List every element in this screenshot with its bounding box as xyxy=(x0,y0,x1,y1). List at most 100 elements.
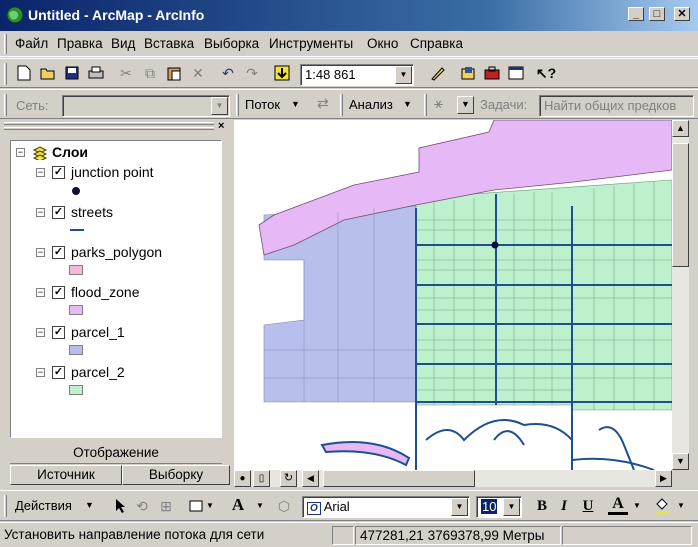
scroll-down-arrow-icon[interactable]: ▼ xyxy=(672,453,689,470)
horizontal-scroll-thumb[interactable] xyxy=(323,470,475,487)
layer-name-junction-point[interactable]: junction point xyxy=(71,164,154,180)
fill-color-icon[interactable] xyxy=(652,495,672,515)
collapse-icon[interactable]: − xyxy=(36,248,45,257)
toolbar-grip[interactable] xyxy=(4,94,7,116)
add-data-icon[interactable] xyxy=(272,63,292,83)
zoom-whole-page-icon[interactable]: ⊞ xyxy=(156,496,176,516)
copy-icon[interactable]: ⧉ xyxy=(140,63,160,83)
font-size-combo[interactable]: 10 ▼ xyxy=(476,496,522,518)
editor-toolbar-icon[interactable] xyxy=(428,63,448,83)
panel-grip[interactable] xyxy=(4,127,214,130)
rectangle-tool-icon[interactable] xyxy=(186,496,206,516)
layer-checkbox[interactable]: ✓ xyxy=(52,326,65,339)
tab-display[interactable]: Отображение xyxy=(10,444,222,464)
menu-edit[interactable]: Правка xyxy=(57,36,103,51)
menu-selection[interactable]: Выборка xyxy=(204,36,259,51)
tab-selection[interactable]: Выборку xyxy=(122,465,230,485)
menu-help[interactable]: Справка xyxy=(410,36,463,51)
chevron-down-icon[interactable]: ▼ xyxy=(457,96,474,114)
vertical-scrollbar[interactable]: ▲ ▼ xyxy=(672,120,689,470)
chevron-down-icon[interactable]: ▼ xyxy=(503,498,520,516)
collapse-icon[interactable]: − xyxy=(36,168,45,177)
layers-root-label[interactable]: Слои xyxy=(52,144,88,160)
analysis-menu[interactable]: Анализ xyxy=(349,97,393,112)
delete-icon[interactable]: ✕ xyxy=(188,63,208,83)
map-scale-combo[interactable]: 1:48 861 ▼ xyxy=(300,64,414,86)
underline-button[interactable]: U xyxy=(578,496,598,516)
chevron-down-icon[interactable]: ▼ xyxy=(451,498,468,516)
layer-checkbox[interactable]: ✓ xyxy=(52,166,65,179)
chevron-down-icon[interactable]: ▼ xyxy=(206,501,214,510)
whats-this-icon[interactable]: ↖? xyxy=(536,63,556,83)
scroll-right-arrow-icon[interactable]: ▶ xyxy=(655,470,672,487)
save-icon[interactable] xyxy=(62,63,82,83)
rotate-icon[interactable]: ⟲ xyxy=(132,496,152,516)
map-display[interactable] xyxy=(234,120,672,470)
menu-file[interactable]: Файл xyxy=(15,36,48,51)
toolbar-grip[interactable] xyxy=(236,94,239,116)
command-line-icon[interactable] xyxy=(506,63,526,83)
minimize-button[interactable]: _ xyxy=(628,7,644,21)
chevron-down-icon[interactable]: ▼ xyxy=(677,501,685,510)
vertical-scroll-thumb[interactable] xyxy=(672,143,689,267)
undo-icon[interactable]: ↶ xyxy=(218,63,238,83)
menu-view[interactable]: Вид xyxy=(111,36,135,51)
menu-tools[interactable]: Инструменты xyxy=(269,36,353,51)
collapse-icon[interactable]: − xyxy=(36,368,45,377)
print-icon[interactable] xyxy=(86,63,106,83)
select-arrow-icon[interactable] xyxy=(110,496,130,516)
layer-checkbox[interactable]: ✓ xyxy=(52,206,65,219)
toolbar-grip[interactable] xyxy=(4,495,7,517)
refresh-icon[interactable]: ↻ xyxy=(280,470,297,487)
flow-arrows-icon[interactable]: ⇄ xyxy=(317,95,329,112)
cut-icon[interactable]: ✂ xyxy=(116,63,136,83)
menu-insert[interactable]: Вставка xyxy=(144,36,194,51)
panel-grip[interactable] xyxy=(4,122,214,125)
flow-menu[interactable]: Поток xyxy=(245,97,280,112)
toolbar-grip[interactable] xyxy=(340,94,343,116)
paste-icon[interactable] xyxy=(164,63,184,83)
collapse-icon[interactable]: − xyxy=(16,148,25,157)
horizontal-scrollbar[interactable]: ● ▯ ↻ ◀ ▶ xyxy=(234,470,672,487)
font-color-button[interactable]: A xyxy=(608,495,628,515)
chevron-down-icon[interactable]: ▼ xyxy=(633,501,641,510)
close-icon[interactable]: × xyxy=(218,120,224,132)
open-folder-icon[interactable] xyxy=(38,63,58,83)
close-button[interactable]: ✕ xyxy=(674,7,690,21)
text-tool-icon[interactable]: A xyxy=(228,495,248,515)
collapse-icon[interactable]: − xyxy=(36,288,45,297)
toolbar-grip[interactable] xyxy=(424,94,427,116)
layer-name-flood-zone[interactable]: flood_zone xyxy=(71,284,140,300)
italic-button[interactable]: I xyxy=(554,496,574,516)
layout-view-icon[interactable]: ▯ xyxy=(253,470,270,487)
network-combo[interactable]: ▼ xyxy=(62,95,230,117)
font-name-combo[interactable]: O Arial ▼ xyxy=(302,496,470,518)
scroll-left-arrow-icon[interactable]: ◀ xyxy=(302,470,319,487)
layer-checkbox[interactable]: ✓ xyxy=(52,246,65,259)
chevron-down-icon[interactable]: ▼ xyxy=(256,501,264,510)
collapse-icon[interactable]: − xyxy=(36,208,45,217)
actions-menu[interactable]: Действия xyxy=(15,498,72,513)
layer-name-parcel-2[interactable]: parcel_2 xyxy=(71,364,125,380)
layer-name-streets[interactable]: streets xyxy=(71,204,113,220)
layer-checkbox[interactable]: ✓ xyxy=(52,366,65,379)
collapse-icon[interactable]: − xyxy=(36,328,45,337)
scroll-up-arrow-icon[interactable]: ▲ xyxy=(672,120,689,137)
maximize-button[interactable]: □ xyxy=(649,7,665,21)
toolbar-grip[interactable] xyxy=(4,63,7,85)
tab-source[interactable]: Источник xyxy=(10,465,122,485)
menu-window[interactable]: Окно xyxy=(367,36,398,51)
chevron-down-icon[interactable]: ▼ xyxy=(395,66,412,84)
arctoolbox-icon[interactable] xyxy=(482,63,502,83)
new-document-icon[interactable] xyxy=(14,63,34,83)
redo-icon[interactable]: ↷ xyxy=(242,63,262,83)
layer-name-parcel-1[interactable]: parcel_1 xyxy=(71,324,125,340)
layer-name-parks-polygon[interactable]: parks_polygon xyxy=(71,244,162,260)
toolbar-grip[interactable] xyxy=(4,34,7,54)
layer-checkbox[interactable]: ✓ xyxy=(52,286,65,299)
add-flag-icon[interactable]: ⚹ xyxy=(434,95,443,112)
task-combo[interactable]: Найти общих предков xyxy=(539,95,694,117)
data-view-icon[interactable]: ● xyxy=(234,470,251,487)
map-canvas[interactable] xyxy=(234,120,672,470)
bold-button[interactable]: B xyxy=(532,496,552,516)
